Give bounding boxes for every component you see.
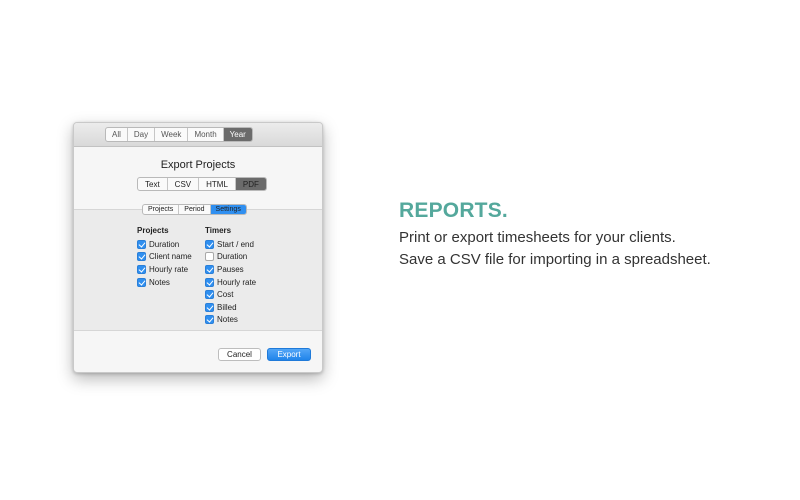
option-label: Start / end	[217, 239, 254, 249]
option-timer-cost[interactable]: Cost	[205, 288, 256, 301]
option-timer-pauses[interactable]: Pauses	[205, 263, 256, 276]
format-tab-text[interactable]: Text	[138, 178, 168, 190]
checkbox[interactable]	[137, 252, 146, 262]
cancel-button[interactable]: Cancel	[218, 348, 261, 361]
range-tab-all[interactable]: All	[106, 128, 128, 141]
range-tab-day[interactable]: Day	[128, 128, 156, 141]
option-timer-hourly-rate[interactable]: Hourly rate	[205, 276, 256, 289]
option-label: Hourly rate	[149, 264, 189, 274]
settings-panel	[74, 209, 322, 331]
option-timer-billed[interactable]: Billed	[205, 301, 256, 314]
option-project-duration[interactable]: Duration	[137, 238, 192, 251]
sub-tab-period[interactable]: Period	[179, 205, 211, 214]
option-label: Notes	[149, 277, 170, 287]
checkbox[interactable]	[205, 302, 214, 312]
projects-heading: Projects	[137, 226, 169, 235]
checkbox[interactable]	[205, 264, 214, 274]
option-project-hourly-rate[interactable]: Hourly rate	[137, 263, 192, 276]
sub-tab-settings[interactable]: Settings	[210, 205, 246, 214]
checkbox[interactable]	[205, 277, 214, 287]
range-tab-week[interactable]: Week	[155, 128, 189, 141]
option-timer-duration[interactable]: Duration	[205, 251, 256, 264]
timers-heading: Timers	[205, 226, 232, 235]
export-button[interactable]: Export	[267, 348, 311, 361]
feature-description-line-2: Save a CSV file for importing in a sprea…	[399, 251, 711, 268]
option-project-notes[interactable]: Notes	[137, 276, 192, 289]
checkbox[interactable]	[137, 264, 146, 274]
format-segmented-control: Text CSV HTML PDF	[137, 177, 267, 191]
checkbox[interactable]	[137, 277, 146, 287]
subsection-tabs: Projects Period Settings	[142, 204, 247, 215]
option-label: Client name	[149, 252, 192, 262]
range-tab-year[interactable]: Year	[223, 128, 252, 141]
sub-tab-projects[interactable]: Projects	[143, 205, 180, 214]
feature-description-line-1: Print or export timesheets for your clie…	[399, 229, 676, 246]
format-tab-html[interactable]: HTML	[199, 178, 236, 190]
option-label: Cost	[217, 290, 234, 300]
feature-heading: REPORTS.	[399, 199, 508, 222]
option-label: Duration	[149, 239, 180, 249]
checkbox[interactable]	[205, 315, 214, 325]
range-segmented-control: All Day Week Month Year	[105, 127, 253, 142]
window-toolbar: All Day Week Month Year	[74, 123, 322, 147]
format-tab-pdf[interactable]: PDF	[235, 178, 266, 190]
option-label: Billed	[217, 302, 237, 312]
checkbox[interactable]	[205, 290, 214, 300]
format-tab-csv[interactable]: CSV	[168, 178, 200, 190]
export-window: All Day Week Month Year Export Projects …	[73, 122, 323, 373]
range-tab-month[interactable]: Month	[188, 128, 224, 141]
dialog-title: Export Projects	[160, 159, 236, 171]
checkbox[interactable]	[137, 239, 146, 249]
option-label: Hourly rate	[217, 277, 257, 287]
option-label: Duration	[217, 252, 248, 262]
option-timer-start-end[interactable]: Start / end	[205, 238, 256, 251]
option-project-client-name[interactable]: Client name	[137, 251, 192, 264]
checkbox[interactable]	[205, 252, 214, 262]
projects-options-column: Projects Duration Client name Hourly rat…	[137, 226, 192, 288]
timers-options-column: Timers Start / end Duration Pauses Hourl…	[205, 226, 256, 326]
option-label: Notes	[217, 315, 238, 325]
option-label: Pauses	[217, 264, 244, 274]
checkbox[interactable]	[205, 239, 214, 249]
option-timer-notes[interactable]: Notes	[205, 314, 256, 327]
